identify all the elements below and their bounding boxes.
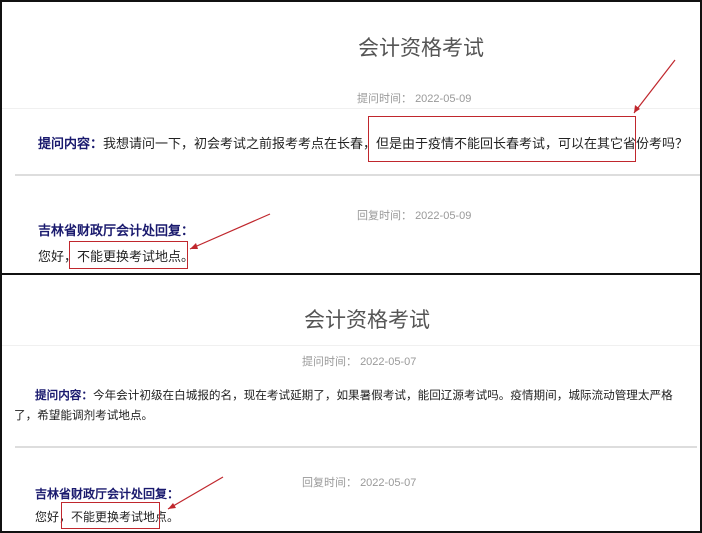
qa-panel-2: 会计资格考试 提问时间： 2022-05-07 提问内容：今年会计初级在白城报的… [0, 273, 702, 533]
qa-panel-1: 会计资格考试 提问时间： 2022-05-09 提问内容：我想请问一下，初会考试… [0, 0, 702, 275]
highlight-box [61, 502, 160, 529]
question: 提问内容：今年会计初级在白城报的名，现在考试延期了，如果暑假考试，能回辽源考试吗… [14, 389, 673, 422]
ask-time: 提问时间： 2022-05-07 [302, 356, 417, 368]
arrow-icon [189, 213, 271, 250]
divider [2, 345, 700, 346]
page-title: 会计资格考试 [304, 309, 430, 332]
divider [2, 108, 700, 109]
ask-time: 提问时间： 2022-05-09 [357, 93, 472, 105]
reply-time: 回复时间： 2022-05-09 [357, 210, 472, 222]
separator [15, 174, 700, 176]
reply-label: 吉林省财政厅会计处回复： [35, 487, 180, 501]
arrow-icon [633, 59, 676, 114]
highlight-box [69, 241, 188, 269]
reply-time: 回复时间： 2022-05-07 [302, 477, 417, 489]
separator [15, 446, 697, 448]
page-title: 会计资格考试 [358, 37, 484, 60]
highlight-box [368, 116, 636, 162]
reply-label: 吉林省财政厅会计处回复： [38, 223, 195, 238]
